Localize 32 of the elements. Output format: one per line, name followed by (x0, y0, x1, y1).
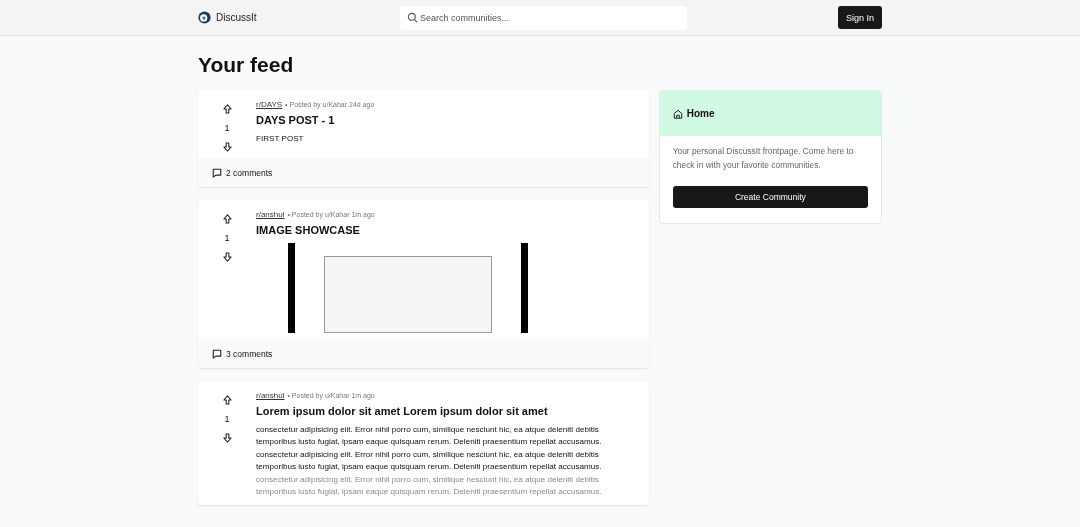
comment-icon (212, 348, 222, 359)
vote-count: 1 (224, 414, 230, 424)
comment-icon (212, 167, 222, 178)
downvote-arrow-icon[interactable] (222, 252, 232, 262)
logo-icon (198, 11, 211, 24)
post-text: consectetur adipisicing elit. Error nihil porro cum, similique nesciunt hic, ea atque deleniti debitis temporibus iusto fugiat, ipsam eaque quisquam rerum. Deleniti praesentium repellat accusamus. (256, 449, 603, 472)
community-link[interactable]: r/DAYS (256, 100, 283, 109)
downvote-arrow-icon[interactable] (222, 433, 232, 443)
brand-name[interactable]: DiscussIt (216, 12, 257, 23)
vote-count: 1 (224, 123, 230, 133)
upvote-arrow-icon[interactable] (222, 104, 232, 114)
community-link[interactable]: r/anshul (256, 391, 285, 400)
home-icon (672, 108, 683, 119)
downvote-arrow-icon[interactable] (222, 142, 232, 152)
post-text: FIRST POST (256, 133, 305, 145)
sign-in-button[interactable]: Sign In (838, 6, 882, 29)
community-link[interactable]: r/anshul (256, 210, 285, 219)
search-field[interactable]: Search communities... (400, 5, 687, 30)
upvote-arrow-icon[interactable] (222, 395, 232, 405)
create-community-button[interactable]: Create Community (672, 186, 868, 208)
post-text: consectetur adipisicing elit. Error nihil porro cum, similique nesciunt hic, ea atque deleniti debitis temporibus iusto fugiat, ipsam eaque quisquam rerum. Deleniti praesentium repellat accusamus. (256, 474, 603, 497)
post-title[interactable]: Lorem ipsum dolor sit amet Lorem ipsum dolor sit amet (256, 405, 619, 417)
post-text: consectetur adipisicing elit. Error nihil porro cum, similique nesciunt hic, ea atque deleniti debitis temporibus iusto fugiat, ipsam eaque quisquam rerum. Deleniti praesentium repellat accusamus. (256, 424, 603, 447)
comments-link[interactable]: 2 comments (226, 167, 273, 178)
page-title: Your feed (198, 53, 295, 77)
vote-count: 1 (224, 233, 230, 243)
post-title[interactable]: IMAGE SHOWCASE (256, 224, 619, 236)
post-title[interactable]: DAYS POST - 1 (256, 114, 619, 126)
home-description: Your personal DiscussIt frontpage. Come here to check in with your favorite communities. (672, 145, 855, 172)
upvote-arrow-icon[interactable] (222, 214, 232, 224)
comments-link[interactable]: 3 comments (226, 348, 273, 359)
home-title: Home (686, 108, 715, 119)
